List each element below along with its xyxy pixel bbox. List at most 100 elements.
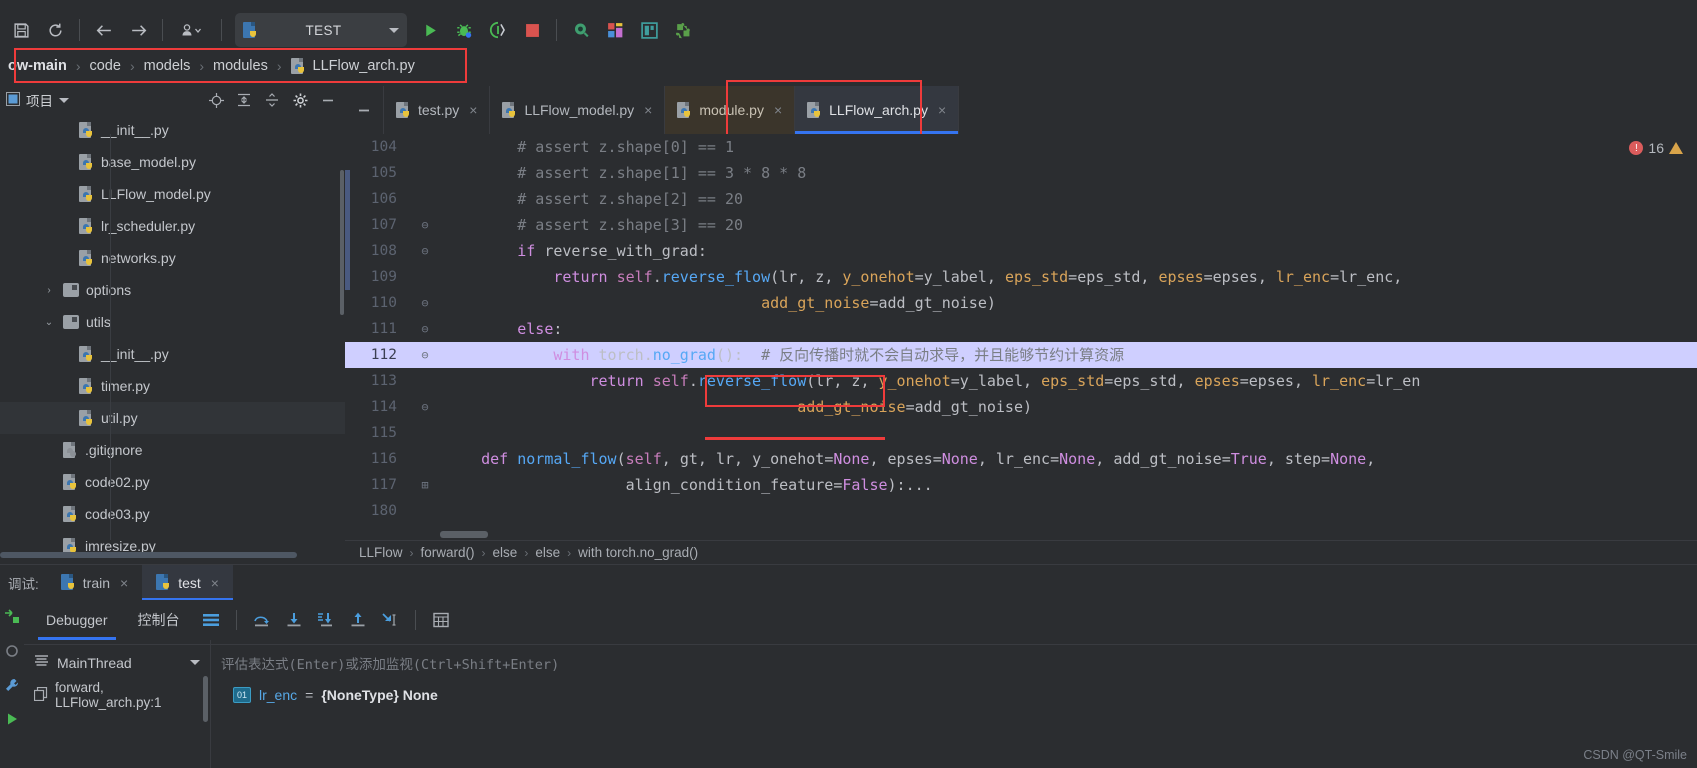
- close-icon[interactable]: ×: [938, 102, 946, 118]
- editor-breadcrumb-item-2[interactable]: else: [493, 545, 518, 560]
- editor-horizontal-scrollbar[interactable]: [440, 531, 488, 538]
- code-line[interactable]: 105 # assert z.shape[1] == 3 * 8 * 8: [345, 160, 1697, 186]
- tree-item--init-py[interactable]: >__init__.py: [0, 114, 345, 146]
- editor-tab-llflow-model-py[interactable]: LLFlow_model.py ×: [490, 86, 666, 134]
- tree-vertical-scrollbar[interactable]: [340, 170, 344, 315]
- sync-icon[interactable]: [38, 13, 72, 47]
- force-step-into-icon[interactable]: [311, 606, 341, 634]
- code-line[interactable]: 108 ⊖ if reverse_with_grad:: [345, 238, 1697, 264]
- code-fold-icon[interactable]: ⊖: [417, 212, 433, 238]
- breadcrumb-item-1[interactable]: code: [89, 58, 120, 74]
- chevron-down-icon[interactable]: [59, 97, 69, 103]
- code-line[interactable]: 114 ⊖ add_gt_noise=add_gt_noise): [345, 394, 1697, 420]
- code-line[interactable]: 109 return self.reverse_flow(lr, z, y_on…: [345, 264, 1697, 290]
- tree-item-lr-scheduler-py[interactable]: >lr_scheduler.py: [0, 210, 345, 242]
- debug-button[interactable]: [447, 13, 481, 47]
- close-icon[interactable]: ×: [644, 102, 652, 118]
- project-file-tree[interactable]: >__init__.py>base_model.py>LLFlow_model.…: [0, 114, 345, 560]
- tree-item-base-model-py[interactable]: >base_model.py: [0, 146, 345, 178]
- back-arrow-icon[interactable]: [87, 13, 121, 47]
- search-everywhere-icon[interactable]: [564, 13, 598, 47]
- code-line[interactable]: 116 def normal_flow(self, gt, lr, y_oneh…: [345, 446, 1697, 472]
- layout-icon[interactable]: [598, 13, 632, 47]
- close-icon[interactable]: ×: [469, 102, 477, 118]
- code-fold-icon[interactable]: ⊖: [417, 394, 433, 420]
- plugin-icon[interactable]: [666, 13, 700, 47]
- code-line[interactable]: 112 ⊖ with torch.no_grad(): # 反向传播时就不会自动求…: [345, 342, 1697, 368]
- database-icon[interactable]: [632, 13, 666, 47]
- evaluate-expression-input[interactable]: 评估表达式(Enter)或添加监视(Ctrl+Shift+Enter): [211, 644, 1697, 680]
- step-into-icon[interactable]: [279, 606, 309, 634]
- code-line[interactable]: 113 return self.reverse_flow(lr, z, y_on…: [345, 368, 1697, 394]
- code-line[interactable]: 180: [345, 498, 1697, 524]
- forward-arrow-icon[interactable]: [121, 13, 155, 47]
- editor-breadcrumb-item-3[interactable]: else: [535, 545, 560, 560]
- code-fold-icon[interactable]: ⊖: [417, 290, 433, 316]
- tab-console[interactable]: 控制台: [124, 600, 194, 640]
- tree-horizontal-scrollbar[interactable]: [0, 552, 297, 558]
- code-line[interactable]: 117 ⊞ align_condition_feature=False):...: [345, 472, 1697, 498]
- tree-item-code02-py[interactable]: >code02.py: [0, 466, 345, 498]
- expand-all-icon[interactable]: [233, 89, 255, 111]
- step-out-icon[interactable]: [343, 606, 373, 634]
- frames-scrollbar[interactable]: [203, 676, 208, 722]
- tree-item-code03-py[interactable]: >code03.py: [0, 498, 345, 530]
- breadcrumb-item-0[interactable]: ow-main: [8, 58, 67, 74]
- editor-tab-module-py[interactable]: module.py ×: [665, 86, 796, 134]
- run-button[interactable]: [413, 13, 447, 47]
- breadcrumb-item-2[interactable]: models: [144, 58, 191, 74]
- editor-tab-llflow-arch-py[interactable]: LLFlow_arch.py ×: [795, 86, 960, 134]
- chevron-right-icon[interactable]: ›: [42, 285, 56, 296]
- vcs-update-icon[interactable]: [170, 13, 214, 47]
- close-icon[interactable]: ×: [211, 575, 219, 591]
- tree-item-options[interactable]: › options: [0, 274, 345, 306]
- thread-selector[interactable]: MainThread: [24, 644, 210, 680]
- code-fold-icon[interactable]: ⊖: [417, 342, 433, 368]
- close-icon[interactable]: ×: [120, 575, 128, 591]
- settings-gear-icon[interactable]: [289, 89, 311, 111]
- tree-item-llflow-model-py[interactable]: >LLFlow_model.py: [0, 178, 345, 210]
- code-fold-icon[interactable]: ⊖: [417, 238, 433, 264]
- chevron-down-icon[interactable]: ⌄: [42, 317, 56, 328]
- code-line[interactable]: 115: [345, 420, 1697, 446]
- code-line[interactable]: 111 ⊖ else:: [345, 316, 1697, 342]
- variable-row[interactable]: 01 lr_enc = {NoneType} None: [211, 680, 1697, 710]
- evaluate-expression-icon[interactable]: [426, 606, 456, 634]
- tree-item-timer-py[interactable]: >timer.py: [0, 370, 345, 402]
- run-configuration-selector[interactable]: TEST: [235, 13, 407, 47]
- layout-settings-icon[interactable]: [196, 606, 226, 634]
- editor-breadcrumb-item-1[interactable]: forward(): [421, 545, 475, 560]
- code-editor[interactable]: 104 # assert z.shape[0] == 1 105 # assert…: [345, 134, 1697, 540]
- tree-item--gitignore[interactable]: >.gitignore: [0, 434, 345, 466]
- breadcrumb-item-3[interactable]: modules: [213, 58, 268, 74]
- chevron-down-icon[interactable]: [190, 660, 200, 665]
- editor-minimize-icon[interactable]: [345, 86, 384, 134]
- run-tab-test[interactable]: test ×: [142, 564, 233, 601]
- tree-item-networks-py[interactable]: >networks.py: [0, 242, 345, 274]
- code-line[interactable]: 107 ⊖ # assert z.shape[3] == 20: [345, 212, 1697, 238]
- breadcrumb-item-4[interactable]: LLFlow_arch.py: [290, 57, 415, 75]
- coverage-button[interactable]: [481, 13, 515, 47]
- code-fold-icon[interactable]: ⊞: [417, 472, 433, 498]
- save-icon[interactable]: [4, 13, 38, 47]
- chevron-down-icon[interactable]: [389, 27, 399, 33]
- collapse-all-icon[interactable]: [261, 89, 283, 111]
- run-tab-train[interactable]: train ×: [47, 565, 142, 601]
- tree-item--init-py[interactable]: >__init__.py: [0, 338, 345, 370]
- close-icon[interactable]: ×: [774, 102, 782, 118]
- tree-item-util-py[interactable]: >util.py: [0, 402, 345, 434]
- code-line[interactable]: 106 # assert z.shape[2] == 20: [345, 186, 1697, 212]
- code-fold-icon[interactable]: ⊖: [417, 316, 433, 342]
- stack-frame-row[interactable]: forward, LLFlow_arch.py:1: [24, 680, 210, 710]
- mute-breakpoints-icon[interactable]: [0, 634, 24, 668]
- code-line[interactable]: 110 ⊖ add_gt_noise=add_gt_noise): [345, 290, 1697, 316]
- locate-icon[interactable]: [205, 89, 227, 111]
- inspection-status[interactable]: ! 16: [1629, 140, 1683, 156]
- code-line[interactable]: 104 # assert z.shape[0] == 1: [345, 134, 1697, 160]
- editor-breadcrumb-item-4[interactable]: with torch.no_grad(): [578, 545, 698, 560]
- tab-debugger[interactable]: Debugger: [32, 600, 122, 640]
- stop-button[interactable]: [515, 13, 549, 47]
- minimize-icon[interactable]: [317, 89, 339, 111]
- editor-breadcrumb-item-0[interactable]: LLFlow: [359, 545, 403, 560]
- play-icon[interactable]: [0, 702, 24, 736]
